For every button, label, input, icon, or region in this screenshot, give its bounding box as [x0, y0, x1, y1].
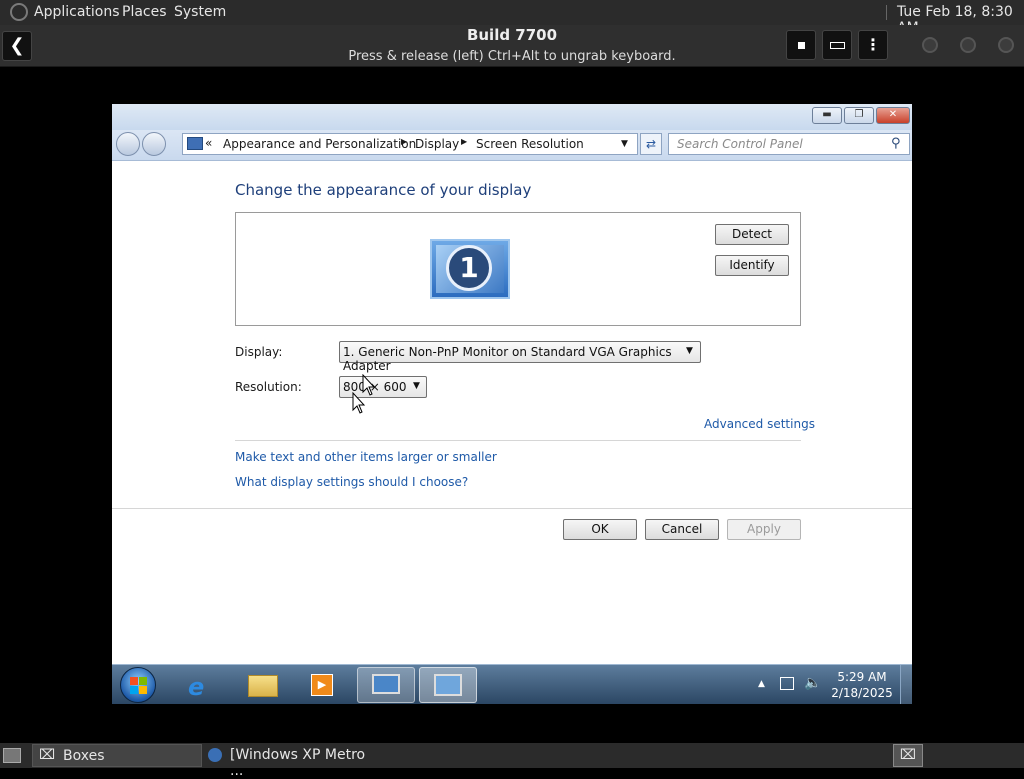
explorer-taskbar-button[interactable]: [234, 667, 292, 703]
cancel-button[interactable]: Cancel: [645, 519, 719, 540]
page-heading: Change the appearance of your display: [235, 181, 532, 199]
workspace-icon: ⌧: [899, 747, 917, 763]
breadcrumb-item[interactable]: Screen Resolution: [476, 137, 584, 151]
detect-button[interactable]: Detect: [715, 224, 789, 245]
back-button[interactable]: ❮: [2, 31, 32, 61]
workspace-switcher[interactable]: ⌧: [893, 744, 923, 767]
keyboard-icon: [830, 42, 845, 49]
refresh-icon: ⇄: [645, 137, 657, 151]
menu-places[interactable]: Places: [122, 4, 167, 20]
search-placeholder: Search Control Panel: [677, 137, 803, 151]
show-desktop-icon[interactable]: [3, 748, 21, 763]
refresh-button[interactable]: ⇄: [640, 133, 662, 155]
window-titlebar: ▬ ❐ ✕: [112, 104, 912, 130]
monitor-number: 1: [446, 245, 492, 291]
monitor-icon: [372, 674, 400, 694]
forward-nav-button[interactable]: [142, 132, 166, 156]
text-size-link[interactable]: Make text and other items larger or smal…: [235, 450, 497, 464]
media-player-taskbar-button[interactable]: ▶: [294, 667, 352, 703]
maximize-dot[interactable]: [960, 37, 976, 53]
win-restore-button[interactable]: ❐: [844, 107, 874, 124]
stop-icon: [798, 42, 805, 49]
show-hidden-icons-icon[interactable]: ▲: [758, 679, 765, 689]
win-close-button[interactable]: ✕: [876, 107, 910, 124]
monitor-preview-panel: 1 Detect Identify: [235, 212, 801, 326]
windows-logo-yellow: [139, 686, 147, 694]
win7-clock[interactable]: 5:29 AM 2/18/2025: [824, 669, 900, 701]
monitor-1-icon[interactable]: 1: [430, 239, 510, 299]
advanced-settings-link[interactable]: Advanced settings: [704, 417, 815, 431]
windows-logo-blue: [130, 686, 138, 694]
control-panel-icon: [434, 674, 462, 696]
task-label: Boxes: [63, 748, 105, 764]
search-icon[interactable]: ⚲: [891, 136, 901, 151]
identify-button[interactable]: Identify: [715, 255, 789, 276]
task-windows-xp[interactable]: [Windows XP Metro ...: [204, 744, 374, 779]
internet-explorer-icon: e: [188, 673, 205, 701]
display-settings-taskbar-button[interactable]: [357, 667, 415, 703]
breadcrumb-item[interactable]: Display: [415, 137, 459, 151]
task-boxes[interactable]: ⌧ Boxes: [32, 744, 202, 767]
win-minimize-button[interactable]: ▬: [812, 107, 842, 124]
stop-button[interactable]: [786, 30, 816, 60]
dropdown-arrow-icon[interactable]: ▼: [621, 139, 628, 149]
control-panel-taskbar-button[interactable]: [419, 667, 477, 703]
help-link[interactable]: What display settings should I choose?: [235, 475, 468, 489]
mouse-pointer-shadow-icon: [352, 392, 366, 414]
back-nav-button[interactable]: [116, 132, 140, 156]
task-label: [Windows XP Metro ...: [230, 747, 366, 779]
win7-taskbar: e ▶ ▲ 🔈 5:29 AM 2/18/2025: [112, 664, 912, 704]
apply-button[interactable]: Apply: [727, 519, 801, 540]
folder-icon: [248, 675, 278, 697]
menu-system[interactable]: System: [174, 4, 226, 20]
resolution-label: Resolution:: [235, 380, 302, 394]
minimize-icon: ▬: [822, 109, 832, 120]
breadcrumb-item[interactable]: Appearance and Personalization: [223, 137, 416, 151]
bottom-panel: ⌧ Boxes [Windows XP Metro ... ⌧: [0, 743, 1024, 779]
ok-button[interactable]: OK: [563, 519, 637, 540]
vm-app-icon: [208, 748, 222, 762]
footer-divider: [112, 508, 912, 509]
display-select-value: 1. Generic Non-PnP Monitor on Standard V…: [343, 345, 672, 373]
panel-divider: [886, 5, 887, 20]
show-desktop-button[interactable]: [900, 665, 912, 704]
media-player-icon: ▶: [311, 674, 333, 696]
menu-button[interactable]: ⋮: [858, 30, 888, 60]
section-divider: [235, 440, 801, 441]
vm-title: Build 7700: [466, 26, 558, 44]
boxes-app-icon: ⌧: [39, 747, 56, 763]
address-bar[interactable]: « Appearance and Personalization ▶ Displ…: [182, 133, 638, 155]
win7-time: 5:29 AM: [837, 670, 887, 684]
close-dot[interactable]: [998, 37, 1014, 53]
restore-icon: ❐: [854, 109, 864, 120]
menu-applications[interactable]: Applications: [34, 4, 120, 20]
close-icon: ✕: [888, 109, 898, 120]
control-panel-icon: [187, 137, 203, 150]
minimize-dot[interactable]: [922, 37, 938, 53]
vm-screen: ▬ ❐ ✕ « Appearance and Personalization ▶…: [112, 104, 912, 704]
vertical-dots-icon: ⋮: [865, 35, 881, 54]
gnome-foot-icon[interactable]: [10, 3, 28, 21]
top-panel: Applications Places System Tue Feb 18, 8…: [0, 0, 1024, 36]
boxes-header: ❮ Build 7700 Press & release (left) Ctrl…: [0, 25, 1024, 67]
back-arrow-icon: ❮: [9, 35, 25, 56]
dropdown-arrow-icon: ▼: [413, 381, 420, 391]
keyboard-button[interactable]: [822, 30, 852, 60]
chevron-double-left-icon[interactable]: «: [205, 136, 212, 150]
display-select[interactable]: 1. Generic Non-PnP Monitor on Standard V…: [339, 341, 701, 373]
network-icon[interactable]: [780, 677, 794, 690]
windows-logo-icon: [130, 677, 138, 685]
address-row: « Appearance and Personalization ▶ Displ…: [112, 130, 912, 161]
win7-date: 2/18/2025: [831, 686, 893, 700]
start-button[interactable]: [120, 667, 156, 703]
search-input[interactable]: Search Control Panel ⚲: [668, 133, 910, 155]
chevron-right-icon[interactable]: ▶: [401, 137, 407, 146]
ie-taskbar-button[interactable]: e: [172, 667, 230, 703]
display-label: Display:: [235, 345, 283, 359]
dropdown-arrow-icon: ▼: [686, 346, 693, 356]
windows-logo-green: [139, 677, 147, 685]
vm-subtitle: Press & release (left) Ctrl+Alt to ungra…: [348, 49, 676, 64]
chevron-right-icon[interactable]: ▶: [461, 137, 467, 146]
volume-icon[interactable]: 🔈: [804, 675, 821, 691]
